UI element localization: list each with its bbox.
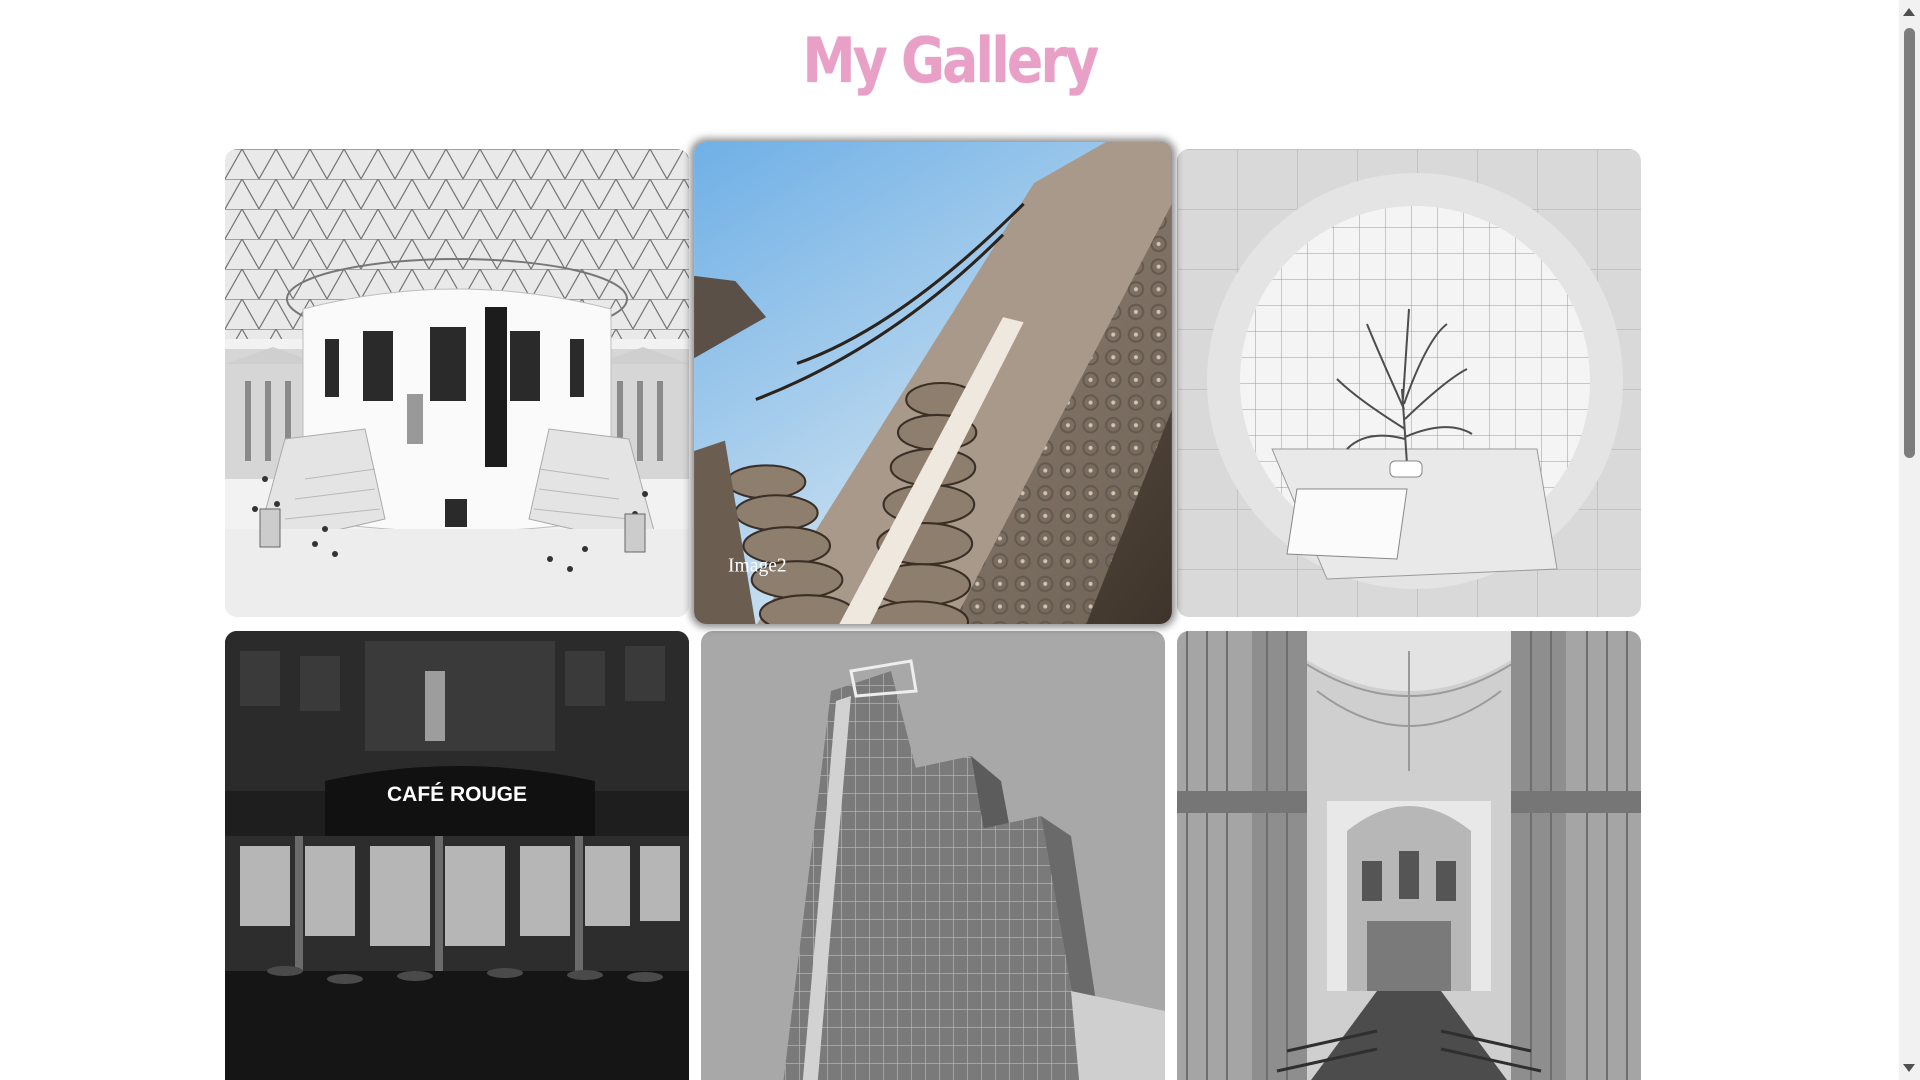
gallery-image-6[interactable] (1177, 631, 1641, 1080)
gallery-image-2[interactable]: Image2 (694, 141, 1172, 625)
gallery-image-5[interactable] (701, 631, 1165, 1080)
ornate-arch-image (694, 141, 1172, 625)
gallery-image-4[interactable]: CAFÉ ROUGE (225, 631, 689, 1080)
scroll-down-arrow-icon[interactable] (1903, 1064, 1915, 1072)
tiled-room-image (1177, 149, 1641, 617)
gallery-image-3[interactable] (1177, 149, 1641, 617)
museum-rotunda-image (225, 149, 689, 617)
cafe-rouge-image: CAFÉ ROUGE (225, 631, 689, 1080)
vertical-scrollbar[interactable] (1899, 0, 1920, 1080)
image-caption: Image2 (728, 555, 787, 577)
page: My Gallery Image2 CAFÉ ROUGE (0, 0, 1899, 1080)
scroll-up-arrow-icon[interactable] (1903, 8, 1915, 16)
page-title: My Gallery (802, 24, 1099, 97)
cafe-sign-text: CAFÉ ROUGE (387, 783, 527, 806)
gallery-image-1[interactable] (225, 149, 689, 617)
scrollbar-thumb[interactable] (1904, 28, 1915, 458)
skyscraper-image (701, 631, 1165, 1080)
cathedral-image (1177, 631, 1641, 1080)
